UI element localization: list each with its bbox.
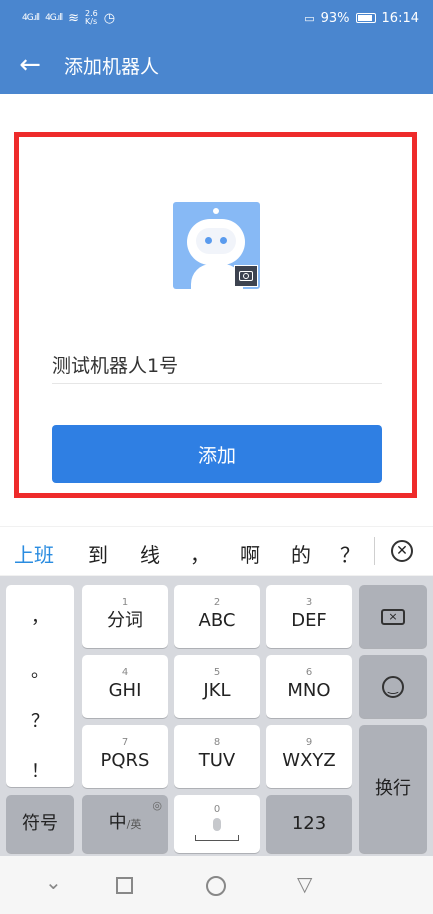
space-icon (195, 834, 239, 841)
key-7[interactable]: 7 PQRS (82, 725, 168, 788)
backspace-key[interactable]: × (359, 585, 427, 648)
key-6[interactable]: 6 MNO (266, 655, 352, 718)
signal-indicator-1: 4G.ıll (22, 13, 40, 23)
emoji-key[interactable]: ‿ (359, 655, 427, 718)
key-8[interactable]: 8 TUV (174, 725, 260, 788)
language-switch-key[interactable]: ◎ 中/英 (82, 795, 168, 853)
keyboard: ， 。 ？ ！ 1 分词 2 ABC 3 DEF × 4 GHI 5 JKL 6… (0, 576, 433, 856)
globe-icon: ◎ (152, 799, 162, 812)
robot-head (187, 219, 245, 265)
numbers-key[interactable]: 123 (266, 795, 352, 853)
key-9[interactable]: 9 WXYZ (266, 725, 352, 788)
chevron-down-icon[interactable]: ⌄ (45, 870, 62, 894)
robot-antenna (213, 208, 219, 214)
back-triangle-icon[interactable]: ▽ (297, 872, 312, 896)
close-icon[interactable]: ✕ (391, 540, 413, 562)
space-key[interactable]: 0 (174, 795, 260, 853)
punct-key-comma[interactable]: ， (6, 603, 74, 629)
candidate-word[interactable]: 线 (140, 539, 160, 568)
home-circle-icon[interactable] (206, 876, 226, 896)
candidate-word[interactable]: 上班 (14, 539, 54, 568)
battery-percent: 93% (320, 10, 350, 26)
candidate-word[interactable]: ？ (340, 539, 360, 568)
backspace-icon: × (381, 608, 405, 625)
alarm-icon: ◷ (103, 10, 116, 26)
candidate-word[interactable]: 到 (88, 539, 108, 568)
add-button[interactable]: 添加 (52, 425, 382, 483)
recents-square-icon[interactable] (116, 877, 133, 894)
candidate-word[interactable]: 啊 (240, 539, 260, 568)
key-3[interactable]: 3 DEF (266, 585, 352, 648)
system-nav-bar: ⌄ ▽ (0, 856, 433, 914)
punct-key-question[interactable]: ？ (6, 707, 74, 733)
camera-icon[interactable] (234, 265, 258, 287)
punct-key-period[interactable]: 。 (6, 657, 74, 683)
key-1[interactable]: 1 分词 (82, 585, 168, 648)
key-2[interactable]: 2 ABC (174, 585, 260, 648)
signal-indicator-2: 4G.ıll (45, 13, 63, 23)
battery-icon (355, 13, 376, 23)
app-bar: ← 添加机器人 (0, 36, 433, 94)
candidate-bar: 上班 到 线 ， 啊 的 ？ ✕ (0, 527, 433, 575)
key-5[interactable]: 5 JKL (174, 655, 260, 718)
symbols-key[interactable]: 符号 (6, 795, 74, 853)
vibrate-icon: ▭ (304, 11, 315, 25)
divider (374, 537, 375, 565)
smiley-icon: ‿ (382, 675, 404, 698)
add-robot-form: 测试机器人1号 添加 (0, 94, 433, 526)
punctuation-column[interactable]: ， 。 ？ ！ (6, 585, 74, 787)
candidate-word[interactable]: ， (190, 539, 210, 568)
wifi-icon: ≋ (68, 10, 80, 26)
key-4[interactable]: 4 GHI (82, 655, 168, 718)
robot-avatar[interactable] (173, 202, 260, 289)
status-bar: 4G.ıll 4G.ıll ≋ 2.6 K/s ◷ ▭ 93% 16:14 (0, 0, 433, 36)
page-title: 添加机器人 (64, 55, 160, 78)
network-speed: 2.6 K/s (85, 9, 98, 26)
robot-name-input[interactable]: 测试机器人1号 (52, 346, 382, 384)
microphone-icon (213, 817, 221, 831)
clock: 16:14 (381, 10, 419, 26)
candidate-word[interactable]: 的 (291, 539, 311, 568)
enter-key[interactable]: 换行 (359, 725, 427, 853)
punct-key-exclaim[interactable]: ！ (6, 757, 74, 783)
back-arrow-icon[interactable]: ← (0, 36, 60, 94)
